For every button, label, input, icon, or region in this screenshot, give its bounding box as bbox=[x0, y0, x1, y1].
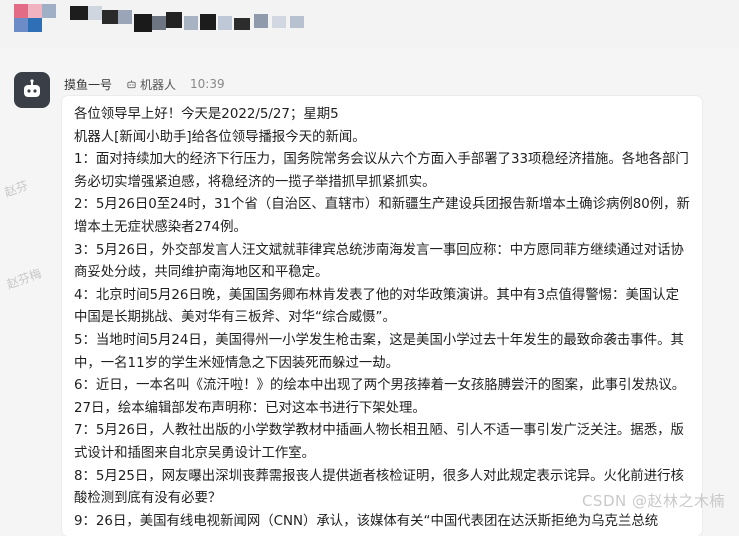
news-item: 2：5月26日0至24时，31个省（自治区、直辖市）和新疆生产建设兵团报告新增本… bbox=[74, 197, 690, 235]
mosaic-cell bbox=[70, 6, 88, 20]
mosaic-cell bbox=[42, 4, 56, 18]
news-item: 6：近日，一本名叫《流汗啦！》的绘本中出现了两个男孩捧着一女孩胳膊尝汗的图案，此… bbox=[74, 378, 686, 416]
chat-header-area bbox=[0, 0, 739, 48]
mosaic-cell bbox=[184, 16, 198, 30]
message-time: 10:39 bbox=[190, 77, 225, 91]
message-bubble[interactable]: 各位领导早上好！今天是2022/5/27；星期5 机器人[新闻小助手]给各位领导… bbox=[62, 96, 702, 536]
news-item: 3：5月26日，外交部发言人汪文斌就菲律宾总统涉南海发言一事回应称：中方愿同菲方… bbox=[74, 242, 684, 281]
mosaic-cell bbox=[14, 4, 28, 18]
mosaic-cell bbox=[234, 18, 250, 30]
message-text: 各位领导早上好！今天是2022/5/27；星期5 机器人[新闻小助手]给各位领导… bbox=[74, 104, 690, 533]
intro-line: 机器人[新闻小助手]给各位领导播报今天的新闻。 bbox=[74, 129, 366, 145]
mosaic-cell bbox=[28, 18, 42, 32]
mosaic-cell bbox=[134, 14, 152, 32]
mosaic-cell bbox=[118, 10, 132, 24]
news-item: 4：北京时间5月26日晚，美国国务卿布林肯发表了他的对华政策演讲。其中有3点值得… bbox=[74, 287, 680, 326]
greeting-line: 各位领导早上好！今天是2022/5/27；星期5 bbox=[74, 107, 339, 122]
message-meta: 摸鱼一号 机器人 10:39 bbox=[64, 76, 225, 92]
robot-badge-label: 机器人 bbox=[140, 77, 177, 92]
mosaic-cell bbox=[218, 16, 232, 30]
mosaic-cell bbox=[254, 14, 268, 28]
news-item: 7：5月26日，人教社出版的小学数学教材中插画人物长相丑陋、引人不适一事引发广泛… bbox=[74, 423, 684, 461]
robot-badge: 机器人 bbox=[126, 76, 176, 93]
mosaic-cell bbox=[152, 16, 166, 30]
mosaic-cell bbox=[200, 14, 216, 30]
sender-name[interactable]: 摸鱼一号 bbox=[64, 76, 112, 93]
news-item: 1：面对持续加大的经济下行压力，国务院常务会议从六个方面入手部署了33项稳经济措… bbox=[74, 152, 689, 190]
csdn-watermark: CSDN @赵林之木楠 bbox=[581, 492, 725, 510]
mosaic-cell bbox=[88, 6, 102, 20]
mosaic-cell bbox=[102, 10, 118, 24]
small-robot-icon bbox=[127, 79, 136, 88]
mosaic-cell bbox=[290, 16, 304, 28]
mosaic-cell bbox=[28, 4, 42, 18]
mosaic-cell bbox=[272, 16, 286, 28]
mosaic-cell bbox=[166, 12, 182, 28]
news-item: 5：当地时间5月24日，美国得州一小学发生枪击案，这是美国小学过去十年发生的最致… bbox=[74, 332, 684, 371]
background-watermark: 赵芬 bbox=[2, 178, 30, 200]
robot-icon bbox=[24, 79, 40, 97]
background-watermark: 赵芬梅 bbox=[4, 266, 44, 292]
news-item: 9：26日，美国有线电视新闻网（CNN）承认，该媒体有关“中国代表团在达沃斯拒绝… bbox=[74, 513, 659, 529]
robot-avatar[interactable] bbox=[14, 72, 50, 108]
pixelated-redaction bbox=[14, 2, 314, 46]
mosaic-cell bbox=[14, 18, 28, 32]
